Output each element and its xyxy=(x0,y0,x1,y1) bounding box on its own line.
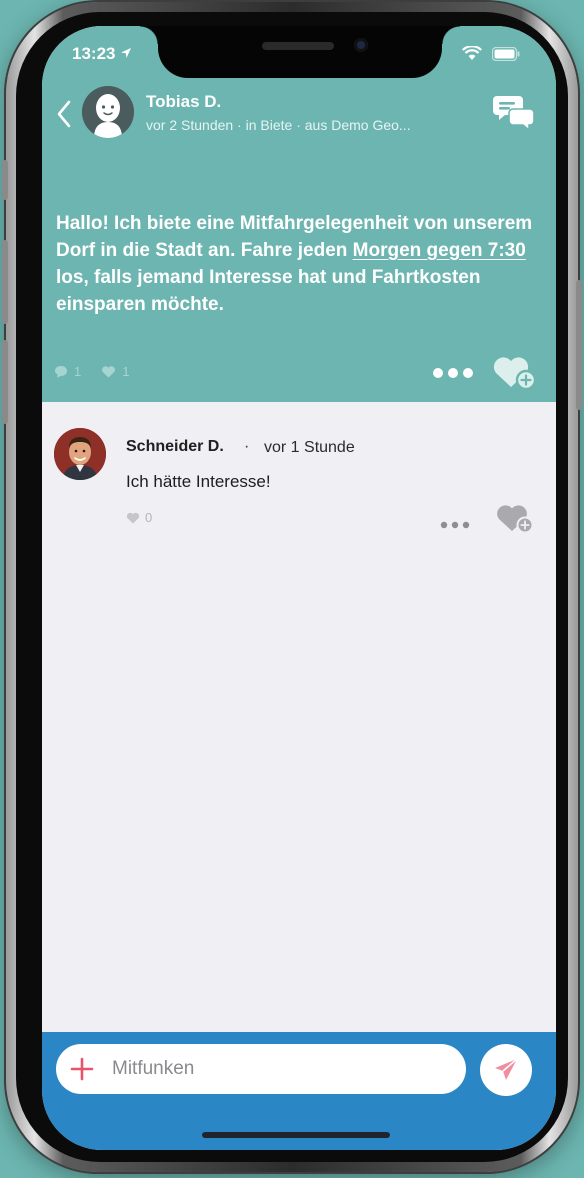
front-camera xyxy=(354,38,368,52)
location-arrow-icon xyxy=(121,48,132,58)
back-button[interactable] xyxy=(50,96,80,132)
home-indicator[interactable] xyxy=(202,1132,390,1138)
comment-author-name[interactable]: Schneider D. xyxy=(126,438,224,456)
comment-body: Ich hätte Interesse! xyxy=(126,472,271,491)
heart-add-icon xyxy=(497,505,534,534)
more-dots-icon xyxy=(440,521,470,529)
comment-count-icon xyxy=(55,366,67,378)
post-more-button[interactable] xyxy=(432,366,474,378)
heart-icon xyxy=(126,512,140,523)
send-button[interactable] xyxy=(480,1044,532,1096)
comment-input-placeholder: Mitfunken xyxy=(112,1058,195,1079)
post-stats: 1 1 xyxy=(54,364,143,379)
chevron-left-icon xyxy=(57,100,71,128)
post-meta: vor 2 Stunden · in Biete · aus Demo Geo.… xyxy=(146,117,411,133)
post-like-count: 1 xyxy=(122,364,130,379)
comment-input[interactable]: Mitfunken xyxy=(56,1044,466,1094)
post-comment-count: 1 xyxy=(74,364,82,379)
comment-like-count-row: 0 xyxy=(126,510,152,525)
wifi-icon xyxy=(461,45,482,60)
power-button xyxy=(576,280,582,410)
more-dots-icon xyxy=(433,368,473,378)
mute-switch xyxy=(2,160,8,200)
battery-icon xyxy=(491,46,520,62)
plus-icon[interactable] xyxy=(70,1057,94,1081)
status-bar-icons xyxy=(461,45,520,66)
earpiece-speaker xyxy=(262,42,334,50)
volume-down-button xyxy=(2,340,8,424)
user-illustration-icon xyxy=(82,86,134,138)
comment-like-count: 0 xyxy=(145,510,153,525)
post-body: Hallo! Ich biete eine Mitfahrgelegenheit… xyxy=(56,213,533,315)
comment-timestamp: vor 1 Stunde xyxy=(264,439,355,456)
status-bar-time: 13:23 xyxy=(72,44,132,64)
post-highlight-link[interactable]: Morgen gegen 7:30 xyxy=(353,240,526,261)
chat-bubbles-button[interactable] xyxy=(492,92,536,132)
comment-favorite-button[interactable] xyxy=(496,502,534,534)
author-avatar[interactable] xyxy=(82,86,134,138)
post-favorite-button[interactable] xyxy=(492,354,537,391)
heart-count-icon xyxy=(102,366,116,378)
volume-up-button xyxy=(2,240,8,324)
chat-bubbles-icon xyxy=(493,96,535,132)
comments-section: Schneider D. · vor 1 Stunde Ich hätte In… xyxy=(42,402,556,1032)
heart-add-icon xyxy=(493,357,537,391)
notch xyxy=(140,26,460,78)
person-photo-icon xyxy=(54,428,106,480)
app-screen: 13:23 Tobias D. vor 2 Stunden · in Biete… xyxy=(42,26,556,1150)
comment-more-button[interactable] xyxy=(440,516,470,529)
commenter-avatar[interactable] xyxy=(54,428,106,480)
paper-plane-icon xyxy=(495,1058,518,1080)
post-header-area: 13:23 Tobias D. vor 2 Stunden · in Biete… xyxy=(42,26,556,402)
composer-bar: Mitfunken xyxy=(42,1032,556,1150)
comment-meta-separator: · xyxy=(244,438,250,455)
post-author-name[interactable]: Tobias D. xyxy=(146,92,221,112)
